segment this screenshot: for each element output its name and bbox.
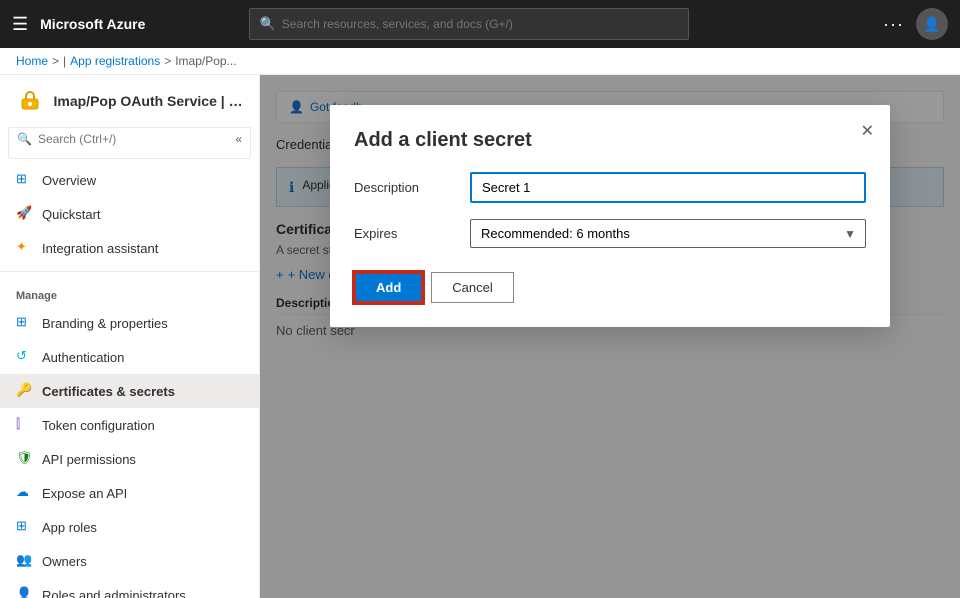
- global-search-input[interactable]: [282, 17, 678, 31]
- sidebar-scroll-area: ⊞ Overview 🚀 Quickstart ✦ Integration as…: [0, 163, 259, 598]
- more-options-icon[interactable]: ···: [883, 14, 904, 35]
- breadcrumb: Home > | App registrations > Imap/Pop...: [0, 48, 960, 75]
- modal-overlay: Add a client secret ✕ Description Expire…: [260, 75, 960, 598]
- main-panel: 👤 Got feedb Credentials ena tokens at a …: [260, 75, 960, 598]
- sidebar-item-overview-label: Overview: [42, 173, 96, 188]
- sidebar-item-certificates[interactable]: 🔑 Certificates & secrets: [0, 374, 259, 408]
- approles-icon: ⊞: [16, 518, 34, 536]
- description-label: Description: [354, 180, 454, 195]
- sidebar-item-quickstart[interactable]: 🚀 Quickstart: [0, 197, 259, 231]
- sidebar-item-quickstart-label: Quickstart: [42, 207, 101, 222]
- owners-icon: 👥: [16, 552, 34, 570]
- sidebar-search-container[interactable]: 🔍 «: [8, 127, 251, 159]
- expires-row: Expires Recommended: 6 months 3 months 1…: [354, 219, 866, 248]
- sidebar-item-expose-label: Expose an API: [42, 486, 127, 501]
- sidebar-item-overview[interactable]: ⊞ Overview: [0, 163, 259, 197]
- sidebar-collapse-button[interactable]: «: [235, 132, 242, 146]
- roles-admin-icon: 👤: [16, 586, 34, 598]
- service-icon: [16, 87, 44, 115]
- menu-icon[interactable]: ☰: [12, 14, 28, 35]
- sidebar-header: Imap/Pop OAuth Service | Ce: [0, 75, 259, 127]
- api-icon: 🛡: [16, 450, 34, 468]
- topbar: ☰ Microsoft Azure 🔍 ··· 👤: [0, 0, 960, 48]
- authentication-icon: ↺: [16, 348, 34, 366]
- modal-footer: Add Cancel: [354, 272, 866, 303]
- sidebar-item-authentication-label: Authentication: [42, 350, 124, 365]
- sidebar-item-roles-admin[interactable]: 👤 Roles and administrators: [0, 578, 259, 598]
- sidebar-title: Imap/Pop OAuth Service | Ce: [54, 93, 244, 109]
- sidebar-item-api[interactable]: 🛡 API permissions: [0, 442, 259, 476]
- sidebar-item-integration[interactable]: ✦ Integration assistant: [0, 231, 259, 265]
- sidebar-divider: [0, 271, 259, 272]
- expires-select-wrapper: Recommended: 6 months 3 months 12 months…: [470, 219, 866, 248]
- sidebar-item-branding-label: Branding & properties: [42, 316, 168, 331]
- main-layout: Home > | App registrations > Imap/Pop...…: [0, 48, 960, 598]
- breadcrumb-app-registrations[interactable]: App registrations: [70, 54, 160, 68]
- sidebar-search-icon: 🔍: [17, 132, 32, 146]
- sidebar-item-branding[interactable]: ⊞ Branding & properties: [0, 306, 259, 340]
- modal-title: Add a client secret: [354, 129, 866, 152]
- sidebar-item-approles[interactable]: ⊞ App roles: [0, 510, 259, 544]
- integration-icon: ✦: [16, 239, 34, 257]
- certificates-icon: 🔑: [16, 382, 34, 400]
- sidebar-item-owners[interactable]: 👥 Owners: [0, 544, 259, 578]
- cancel-button[interactable]: Cancel: [431, 272, 513, 303]
- branding-icon: ⊞: [16, 314, 34, 332]
- breadcrumb-current: Imap/Pop...: [175, 54, 236, 68]
- token-icon: ⫿: [16, 416, 34, 434]
- expose-icon: ☁: [16, 484, 34, 502]
- topbar-right: ··· 👤: [883, 8, 948, 40]
- sidebar-item-approles-label: App roles: [42, 520, 97, 535]
- expires-label: Expires: [354, 226, 454, 241]
- sidebar-item-certificates-label: Certificates & secrets: [42, 384, 175, 399]
- description-input[interactable]: [470, 172, 866, 203]
- sidebar-item-authentication[interactable]: ↺ Authentication: [0, 340, 259, 374]
- quickstart-icon: 🚀: [16, 205, 34, 223]
- global-search-bar[interactable]: 🔍: [249, 8, 689, 40]
- breadcrumb-home[interactable]: Home: [16, 54, 48, 68]
- modal-close-button[interactable]: ✕: [861, 121, 874, 141]
- user-avatar[interactable]: 👤: [916, 8, 948, 40]
- sidebar-item-api-label: API permissions: [42, 452, 136, 467]
- description-row: Description: [354, 172, 866, 203]
- expires-select[interactable]: Recommended: 6 months 3 months 12 months…: [470, 219, 866, 248]
- sidebar-item-token[interactable]: ⫿ Token configuration: [0, 408, 259, 442]
- sidebar-item-integration-label: Integration assistant: [42, 241, 158, 256]
- content-area: Imap/Pop OAuth Service | Ce 🔍 « ⊞ Overvi…: [0, 75, 960, 598]
- app-logo: Microsoft Azure: [40, 16, 145, 32]
- sidebar-item-roles-admin-label: Roles and administrators: [42, 588, 186, 598]
- add-client-secret-modal: Add a client secret ✕ Description Expire…: [330, 105, 890, 327]
- sidebar-item-owners-label: Owners: [42, 554, 87, 569]
- overview-icon: ⊞: [16, 171, 34, 189]
- search-icon: 🔍: [260, 16, 276, 32]
- breadcrumb-separator: |: [63, 54, 66, 68]
- add-button[interactable]: Add: [354, 272, 423, 303]
- manage-section-label: Manage: [0, 278, 259, 306]
- sidebar-search-input[interactable]: [32, 128, 235, 150]
- sidebar-item-expose[interactable]: ☁ Expose an API: [0, 476, 259, 510]
- breadcrumb-sep1: >: [52, 54, 59, 68]
- sidebar: Imap/Pop OAuth Service | Ce 🔍 « ⊞ Overvi…: [0, 75, 260, 598]
- sidebar-item-token-label: Token configuration: [42, 418, 155, 433]
- breadcrumb-sep2: >: [164, 54, 171, 68]
